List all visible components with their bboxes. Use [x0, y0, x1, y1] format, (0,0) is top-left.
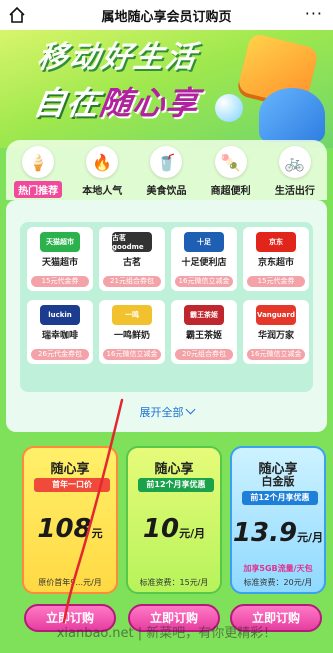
plan-tag: 前12个月享优惠 [138, 478, 214, 492]
price-value: 108 [37, 514, 92, 544]
plan-standard-fee: 标准资费：15元/月 [139, 578, 209, 587]
brand-name: 一鸣鲜奶 [113, 331, 150, 341]
tab-supermarket[interactable]: 🍡 商超便利 [202, 146, 260, 198]
expand-all-link[interactable]: 展开全部 [0, 404, 333, 420]
plan-price: 13.9元/月 [232, 518, 324, 548]
brand-logo: 天猫超市 [40, 232, 80, 252]
plan-price: 10元/月 [128, 514, 220, 544]
bubble-decoration [215, 94, 243, 122]
brand-logo: 十足 [184, 232, 224, 252]
page-title: 属地随心享会员订购页 [101, 9, 232, 25]
brand-name: 天猫超市 [41, 258, 78, 268]
price-unit: 元 [91, 527, 103, 540]
watermark: xianbao.net | 新菜吧，有你更精彩！ [56, 626, 277, 641]
tab-label: 热门推荐 [14, 181, 63, 198]
plan-card-monthly[interactable]: 随心享 前12个月享优惠 10元/月 标准资费：15元/月 [126, 446, 222, 594]
plan-tag: 首年一口价 [34, 478, 110, 492]
plan-subtitle: 白金版 [261, 475, 295, 488]
hero-slogan-highlight: 随心享 [97, 84, 202, 122]
hero-slogan-prefix: 自在 [31, 84, 103, 122]
brand-item[interactable]: Vanguard 华润万家 16元微信立减金 [243, 300, 309, 364]
brand-logo: Vanguard [256, 305, 296, 325]
hero-slogan-2: 自在随心享 [31, 78, 202, 124]
tab-label: 生活出行 [274, 186, 315, 197]
coupon-badge: 15元代金券 [31, 276, 89, 287]
hero-slogan-1: 移动好生活 [35, 40, 200, 75]
tab-label: 本地人气 [82, 186, 123, 197]
brand-logo: 古茗 goodme [112, 232, 152, 252]
fire-icon: 🔥 [86, 146, 119, 178]
tab-hot[interactable]: 🍦 热门推荐 [9, 146, 67, 198]
brand-item[interactable]: luckin 瑞幸咖啡 26元代金券包 [27, 300, 93, 364]
plan-price: 108元 [24, 514, 116, 544]
plan-card-platinum[interactable]: 随心享 白金版 前12个月享优惠 13.9元/月 加享5GB流量/天包 标准资费… [230, 446, 326, 594]
brand-item[interactable]: 一鸣 一鸣鲜奶 16元微信立减金 [99, 300, 165, 364]
coupon-badge: 15元代金券 [247, 276, 305, 287]
expand-label: 展开全部 [139, 406, 184, 419]
plan-standard-fee: 原价首年9...元/月 [38, 578, 102, 587]
more-icon[interactable]: ··· [305, 6, 323, 22]
hero-banner: 移动好生活 自在随心享 [0, 30, 333, 148]
ice-cream-icon: 🍦 [22, 146, 55, 178]
coupon-badge: 26元代金券包 [31, 349, 89, 360]
price-value: 10 [142, 514, 180, 544]
coupon-badge: 16元微信立减金 [175, 276, 233, 287]
coupon-badge: 21元组合券包 [103, 276, 161, 287]
plan-title: 随心享 [154, 462, 194, 477]
brand-item[interactable]: 霸王茶姬 霸王茶姬 20元组合券包 [171, 300, 237, 364]
brand-grid: 天猫超市 天猫超市 15元代金券 古茗 goodme 古茗 21元组合券包 十足… [27, 227, 309, 364]
chevron-down-icon [185, 404, 195, 415]
top-bar: 属地随心享会员订购页 ··· [0, 0, 333, 30]
category-tabs: 🍦 热门推荐 🔥 本地人气 🥤 美食饮品 🍡 商超便利 🚲 生活出行 [6, 146, 327, 198]
brand-item[interactable]: 古茗 goodme 古茗 21元组合券包 [99, 227, 165, 291]
home-icon[interactable] [8, 6, 26, 24]
coupon-badge: 16元微信立减金 [247, 349, 305, 360]
brand-logo: 一鸣 [112, 305, 152, 325]
tab-travel[interactable]: 🚲 生活出行 [266, 146, 324, 198]
brand-item[interactable]: 十足 十足便利店 16元微信立减金 [171, 227, 237, 291]
brand-name: 霸王茶姬 [185, 331, 222, 341]
brand-name: 京东超市 [257, 258, 294, 268]
tab-label: 商超便利 [210, 186, 251, 197]
basket-decoration [259, 88, 325, 142]
tab-label: 美食饮品 [146, 186, 187, 197]
brand-item[interactable]: 天猫超市 天猫超市 15元代金券 [27, 227, 93, 291]
brand-name: 古茗 [122, 258, 141, 268]
coupon-badge: 16元微信立减金 [103, 349, 161, 360]
plan-standard-fee: 标准资费：20元/月 [243, 578, 313, 587]
brand-name: 瑞幸咖啡 [41, 331, 78, 341]
brand-item[interactable]: 京东 京东超市 15元代金券 [243, 227, 309, 291]
tab-local[interactable]: 🔥 本地人气 [73, 146, 131, 198]
brand-name: 十足便利店 [181, 258, 227, 268]
brand-logo: 霸王茶姬 [184, 305, 224, 325]
plan-title: 随心享 [50, 462, 90, 477]
brand-logo: 京东 [256, 232, 296, 252]
plan-cards: 随心享 首年一口价 108元 原价首年9...元/月 随心享 前12个月享优惠 … [18, 446, 326, 594]
brand-logo: luckin [40, 305, 80, 325]
price-unit: 元/月 [297, 531, 324, 544]
coupon-badge: 20元组合券包 [175, 349, 233, 360]
bike-icon: 🚲 [278, 146, 311, 178]
snack-icon: 🍡 [214, 146, 247, 178]
brand-name: 华润万家 [257, 331, 294, 341]
tab-food[interactable]: 🥤 美食饮品 [137, 146, 195, 198]
drink-icon: 🥤 [150, 146, 183, 178]
plan-card-annual[interactable]: 随心享 首年一口价 108元 原价首年9...元/月 [22, 446, 118, 594]
price-unit: 元/月 [179, 527, 206, 540]
plan-extra-data: 加享5GB流量/天包 [243, 564, 313, 573]
price-value: 13.9 [232, 518, 298, 548]
plan-tag: 前12个月享优惠 [242, 491, 318, 505]
